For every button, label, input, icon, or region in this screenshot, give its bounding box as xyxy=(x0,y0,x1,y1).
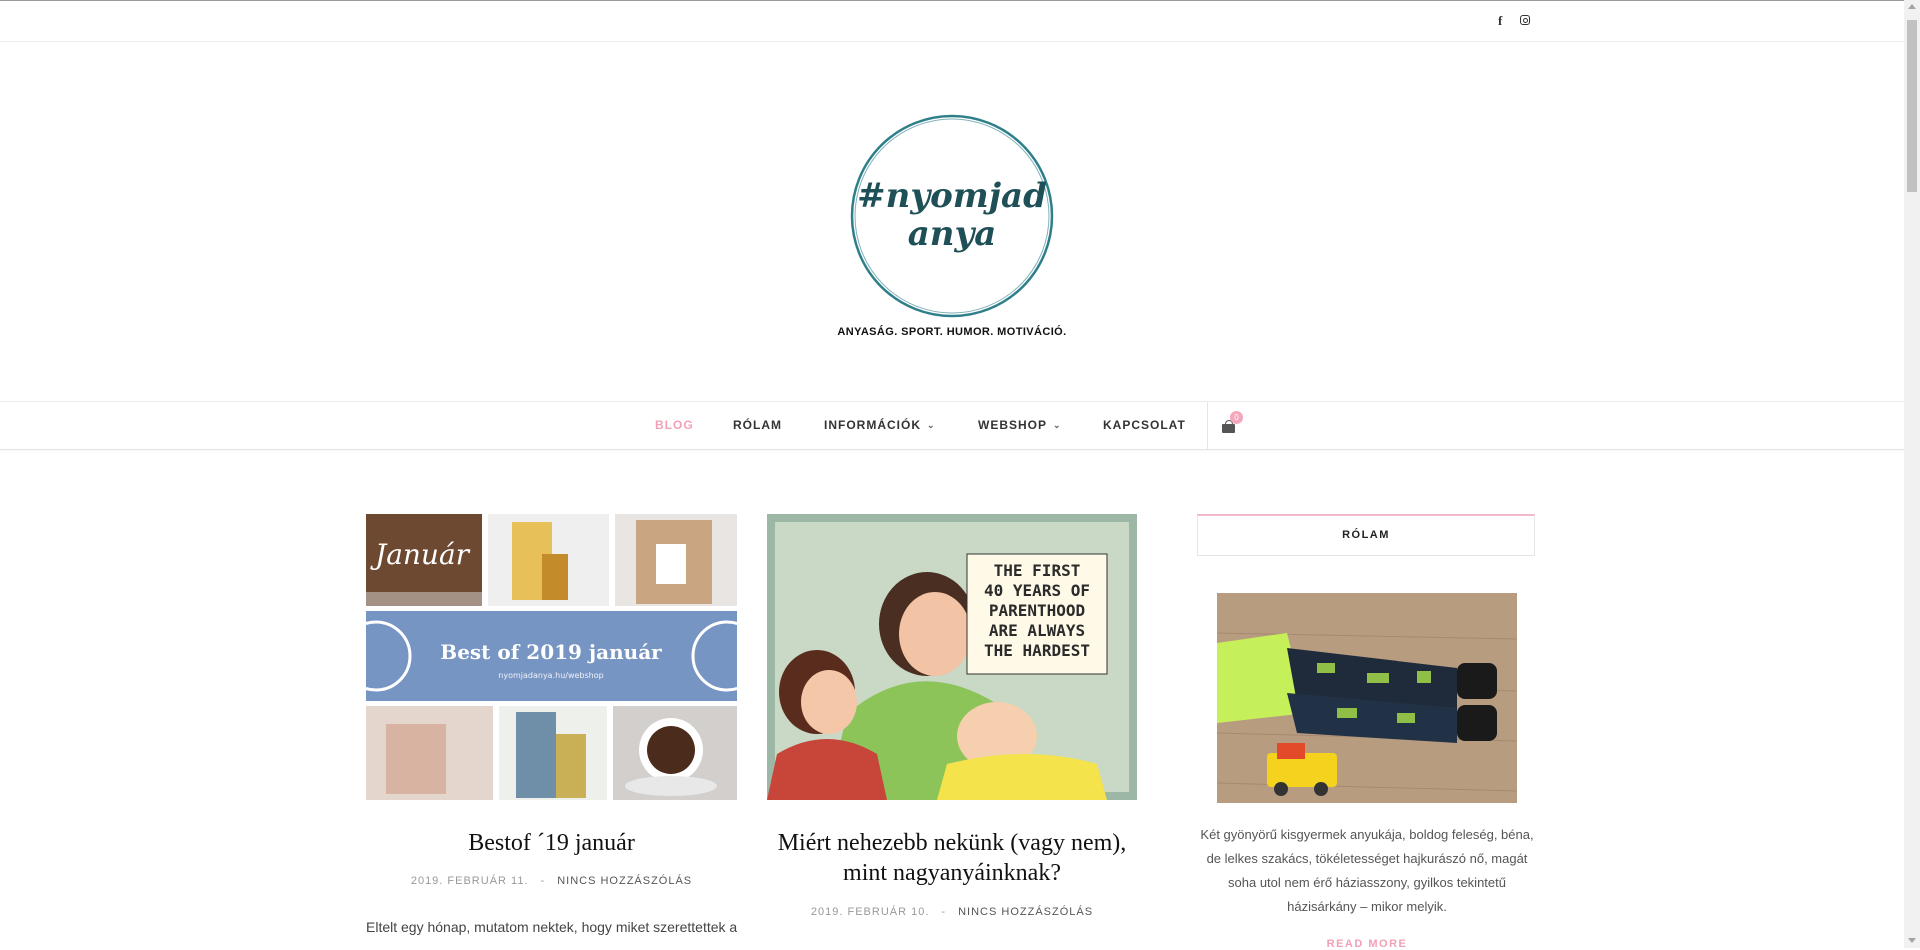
post-date[interactable]: 2019. FEBRUÁR 10. xyxy=(811,906,930,918)
post-title-line: Miért nehezebb nekünk (vagy nem), xyxy=(777,830,1127,856)
cart-count-badge: 0 xyxy=(1230,411,1243,424)
site-logo[interactable]: #nyomjad anya xyxy=(848,112,1056,320)
scrollbar-thumb[interactable] xyxy=(1907,20,1917,192)
nav-item-blog[interactable]: BLOG xyxy=(655,418,694,432)
about-line: házisárkány – mikor melyik. xyxy=(1287,899,1447,914)
nav-item-webshop[interactable]: WEBSHOP ⌄ xyxy=(978,418,1062,432)
meta-separator: - xyxy=(941,906,947,918)
collage-month-label: Január xyxy=(370,538,471,571)
meta-separator: - xyxy=(540,875,546,887)
nav-item-rolam[interactable]: RÓLAM xyxy=(733,418,782,432)
post-meta-parenthood: 2019. FEBRUÁR 10. - NINCS HOZZÁSZÓLÁS xyxy=(767,906,1137,918)
about-photo xyxy=(1217,593,1517,803)
sign-line-2: 40 YEARS OF xyxy=(984,581,1090,600)
post-thumbnail-bestof[interactable]: Január Best of 2019 január nyomjadanya.h… xyxy=(366,514,737,800)
about-text: Két gyönyörű kisgyermek anyukája, boldog… xyxy=(1200,823,1534,919)
widget-title: RÓLAM xyxy=(1342,529,1390,541)
sign-line-5: THE HARDEST xyxy=(984,641,1090,660)
nav-item-informaciok[interactable]: INFORMÁCIÓK ⌄ xyxy=(824,418,936,432)
collage-banner-url: nyomjadanya.hu/webshop xyxy=(498,671,603,680)
chevron-down-icon: ⌄ xyxy=(1053,420,1062,430)
site-tagline: ANYASÁG. SPORT. HUMOR. MOTIVÁCIÓ. xyxy=(837,326,1067,338)
scroll-up-arrow-icon[interactable] xyxy=(1908,4,1916,9)
collage-banner-title: Best of 2019 január xyxy=(440,640,662,664)
nav-item-informaciok-label: INFORMÁCIÓK xyxy=(824,418,921,432)
sign-line-4: ARE ALWAYS xyxy=(989,621,1085,640)
post-date[interactable]: 2019. FEBRUÁR 11. xyxy=(411,875,529,887)
about-line: Két gyönyörű kisgyermek anyukája, boldog… xyxy=(1200,827,1534,842)
post-title-parenthood[interactable]: Miért nehezebb nekünk (vagy nem), mint n… xyxy=(752,828,1152,888)
post-comments-link[interactable]: NINCS HOZZÁSZÓLÁS xyxy=(557,875,692,887)
main-navigation: BLOG RÓLAM INFORMÁCIÓK ⌄ WEBSHOP ⌄ KAPCSOL… xyxy=(0,401,1904,450)
post-title-bestof[interactable]: Bestof ´19 január xyxy=(366,828,737,858)
sign-line-3: PARENTHOOD xyxy=(989,601,1085,620)
post-thumbnail-parenthood[interactable]: THE FIRST 40 YEARS OF PARENTHOOD ARE ALW… xyxy=(767,514,1137,800)
facebook-icon[interactable]: f xyxy=(1498,14,1502,28)
post-excerpt: Eltelt egy hónap, mutatom nektek, hogy m… xyxy=(366,919,737,935)
logo-text-line2: anya xyxy=(908,214,997,254)
scroll-down-arrow-icon[interactable] xyxy=(1908,938,1916,943)
chevron-down-icon: ⌄ xyxy=(927,420,936,430)
nav-divider xyxy=(1207,402,1208,449)
post-meta-bestof: 2019. FEBRUÁR 11. - NINCS HOZZÁSZÓLÁS xyxy=(366,875,737,887)
sign-line-1: THE FIRST xyxy=(994,561,1081,580)
sidebar-widget-rolam: RÓLAM xyxy=(1197,514,1535,556)
about-line: soha utol nem érő háziasszony, gyilkos t… xyxy=(1228,875,1506,890)
top-bar: f xyxy=(0,1,1904,42)
read-more-link[interactable]: READ MORE xyxy=(1200,938,1534,950)
about-line: de lelkes szakács, tökéletességet hajkur… xyxy=(1206,851,1528,866)
logo-text-line1: #nyomjad xyxy=(857,176,1047,216)
post-comments-link[interactable]: NINCS HOZZÁSZÓLÁS xyxy=(958,906,1093,918)
instagram-icon[interactable] xyxy=(1520,15,1530,25)
nav-item-kapcsolat[interactable]: KAPCSOLAT xyxy=(1103,418,1186,432)
nav-item-webshop-label: WEBSHOP xyxy=(978,418,1048,432)
logo-circle-icon: #nyomjad anya xyxy=(850,114,1054,318)
post-title-line: mint nagyanyáinknak? xyxy=(843,860,1061,886)
